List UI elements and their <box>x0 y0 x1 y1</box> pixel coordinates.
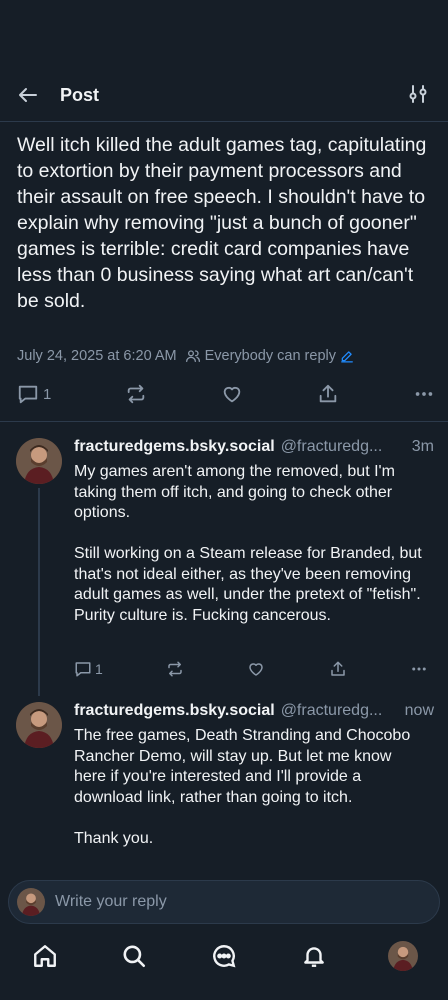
author-name[interactable]: fracturedgems.bsky.social <box>74 702 275 720</box>
reply-time: now <box>404 702 434 719</box>
pencil-icon[interactable] <box>340 349 354 363</box>
back-arrow-icon <box>19 88 37 102</box>
page-title: Post <box>60 84 100 105</box>
top-bar: Post <box>0 72 448 118</box>
author-handle[interactable]: @fracturedg... <box>281 702 383 720</box>
composer-placeholder: Write your reply <box>55 893 167 910</box>
avatar <box>17 888 45 916</box>
repost-button[interactable] <box>166 660 184 678</box>
reply-count: 1 <box>43 385 52 403</box>
share-icon <box>330 661 345 676</box>
share-button[interactable] <box>317 383 339 405</box>
author-handle[interactable]: @fracturedg... <box>281 438 383 456</box>
reply-text: The free games, Death Stranding and Choc… <box>74 727 411 847</box>
people-icon <box>185 350 200 362</box>
reply-count: 1 <box>95 661 103 677</box>
heart-icon <box>249 663 264 676</box>
repost-button[interactable] <box>125 383 147 405</box>
post-divider <box>0 421 448 422</box>
avatar[interactable] <box>16 702 62 748</box>
more-icon <box>415 392 433 396</box>
back-button[interactable] <box>16 80 46 110</box>
post-text: Well itch killed the adult games tag, ca… <box>17 134 427 312</box>
reply-text: My games aren't among the removed, but I… <box>74 463 422 624</box>
post-meta: July 24, 2025 at 6:20 AM Everybody can r… <box>17 348 437 364</box>
avatar <box>388 941 419 971</box>
home-icon <box>33 945 56 967</box>
tab-home[interactable] <box>30 941 60 971</box>
search-icon <box>123 945 146 968</box>
more-options-button[interactable] <box>413 383 435 405</box>
reply-audience[interactable]: Everybody can reply <box>185 348 358 364</box>
avatar[interactable] <box>16 438 62 484</box>
share-icon <box>319 384 337 403</box>
more-options-button[interactable] <box>410 660 428 678</box>
comment-icon <box>18 385 38 404</box>
bottom-tab-bar <box>0 928 448 984</box>
reply-audience-label: Everybody can reply <box>204 348 336 364</box>
comment-icon <box>75 662 91 677</box>
reply-button[interactable]: 1 <box>74 660 103 678</box>
reply-composer[interactable]: Write your reply <box>8 880 440 924</box>
bell-icon <box>303 947 324 967</box>
like-button[interactable] <box>247 660 265 678</box>
tab-chat[interactable] <box>209 941 239 971</box>
tab-search[interactable] <box>119 941 149 971</box>
reply-header: fracturedgems.bsky.social @fracturedg...… <box>74 702 434 720</box>
author-name[interactable]: fracturedgems.bsky.social <box>74 438 275 456</box>
heart-icon <box>223 386 241 403</box>
reply-time: 3m <box>411 438 434 455</box>
thread-line <box>38 488 40 696</box>
settings-sliders-icon <box>409 85 427 103</box>
thread-settings-button[interactable] <box>406 82 432 108</box>
reply-actions: 1 <box>74 656 428 682</box>
like-button[interactable] <box>221 383 243 405</box>
header-divider <box>0 121 448 122</box>
post-actions: 1 <box>17 380 435 408</box>
tab-profile[interactable] <box>388 941 419 971</box>
repost-icon <box>168 661 182 677</box>
share-button[interactable] <box>329 660 347 678</box>
reply-header: fracturedgems.bsky.social @fracturedg...… <box>74 438 434 456</box>
post-timestamp: July 24, 2025 at 6:20 AM <box>17 348 177 364</box>
chat-icon <box>213 945 236 968</box>
tab-notifications[interactable] <box>299 941 329 971</box>
more-icon <box>412 667 426 671</box>
repost-icon <box>127 384 145 404</box>
reply-button[interactable]: 1 <box>17 383 51 405</box>
